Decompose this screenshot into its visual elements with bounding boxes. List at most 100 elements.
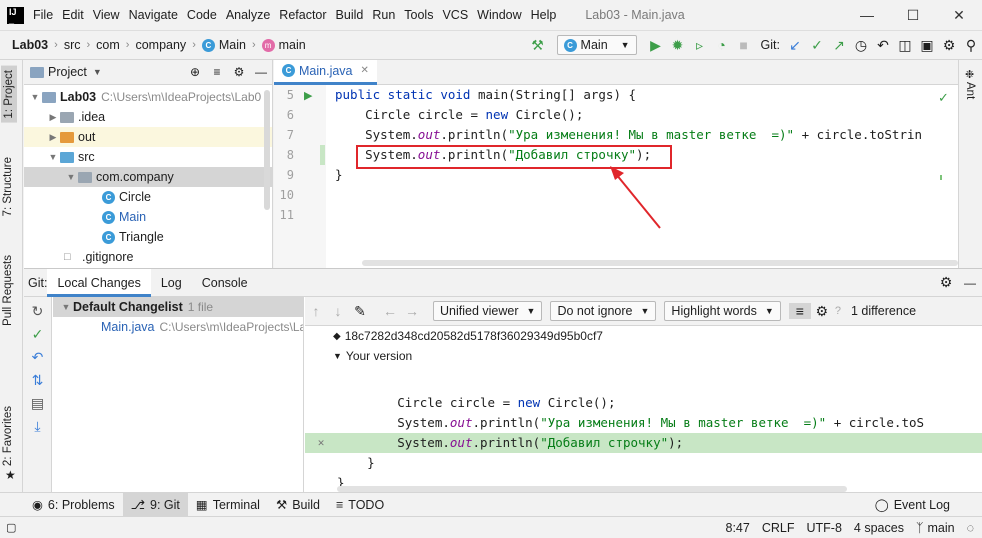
menu-vcs[interactable]: VCS [442, 8, 468, 22]
tree-item-triangle[interactable]: C Triangle [24, 227, 272, 247]
debug-icon[interactable]: ✹ [667, 37, 689, 54]
search-icon[interactable]: ⚲ [960, 37, 982, 54]
update-project-icon[interactable]: ↙ [784, 37, 806, 54]
arrow-right-icon[interactable]: → [401, 303, 423, 319]
update-icon[interactable]: ⤓ [24, 418, 51, 435]
hide-icon[interactable]: — [958, 276, 982, 290]
collapse-all-icon[interactable]: ≡ [206, 65, 228, 79]
caret-position[interactable]: 8:47 [726, 521, 750, 535]
menu-run[interactable]: Run [372, 8, 395, 22]
menu-code[interactable]: Code [187, 8, 217, 22]
run-gutter-icon[interactable]: ▶ [304, 89, 312, 102]
problems-tool-tab[interactable]: ◉ 6: Problems [24, 493, 123, 517]
close-tab-icon[interactable]: ✕ [361, 65, 369, 76]
build-tool-tab[interactable]: ⚒ Build [268, 493, 328, 517]
coverage-icon[interactable]: ▹ [689, 37, 711, 54]
locate-file-icon[interactable]: ⊕ [184, 65, 206, 79]
menu-tools[interactable]: Tools [404, 8, 433, 22]
changelist-row[interactable]: ▼ Default Changelist 1 file [53, 297, 303, 317]
project-scrollbar[interactable] [264, 90, 270, 210]
arrow-down-icon[interactable]: ↓ [327, 303, 349, 319]
history-icon[interactable]: ◷ [850, 37, 872, 54]
terminal-tool-tab[interactable]: ▦ Terminal [188, 493, 268, 517]
settings-icon[interactable]: ⚙ [228, 65, 250, 79]
minimize-icon[interactable]: — [844, 7, 890, 23]
settings-icon[interactable]: ⚙ [811, 303, 833, 320]
ignore-select[interactable]: Do not ignore ▼ [550, 301, 657, 321]
menu-edit[interactable]: Edit [62, 8, 84, 22]
build-hammer-icon[interactable]: ⚒ [527, 37, 549, 54]
menu-view[interactable]: View [93, 8, 120, 22]
project-panel-title[interactable]: Project [48, 65, 87, 79]
project-tool-tab[interactable]: 1: Project [1, 66, 17, 123]
arrow-left-icon[interactable]: ← [379, 303, 401, 319]
git-tool-tab[interactable]: ⎇ 9: Git [122, 492, 188, 517]
refresh-icon[interactable]: ↻ [24, 303, 51, 320]
tab-local-changes[interactable]: Local Changes [47, 268, 151, 297]
ant-tool-tab[interactable]: Ant [964, 82, 976, 99]
push-icon[interactable]: ↗ [828, 37, 850, 54]
tree-item-package[interactable]: ▼ com.company [24, 167, 272, 187]
highlight-select[interactable]: Highlight words ▼ [664, 301, 781, 321]
editor-h-scrollbar[interactable] [362, 260, 958, 266]
structure-tool-tab[interactable]: 7: Structure [2, 157, 14, 216]
tree-item-src[interactable]: ▼ src [24, 147, 272, 167]
breadcrumb-com[interactable]: com [96, 38, 120, 52]
arrow-up-icon[interactable]: ↑ [305, 303, 327, 319]
menu-build[interactable]: Build [336, 8, 364, 22]
menu-help[interactable]: Help [531, 8, 557, 22]
rollback-icon[interactable]: ↶ [24, 349, 51, 366]
tree-item-out[interactable]: ▶ out [24, 127, 272, 147]
settings-icon[interactable]: ⚙ [934, 274, 958, 291]
editor-tab-main-java[interactable]: C Main.java ✕ [274, 59, 377, 85]
commit-icon[interactable]: ✓ [806, 37, 828, 54]
hide-icon[interactable]: — [250, 65, 272, 79]
todo-tool-tab[interactable]: ≡ TODO [328, 493, 392, 517]
project-structure-icon[interactable]: ◫ [894, 37, 916, 54]
tree-item-idea[interactable]: ▶ .idea [24, 107, 272, 127]
breadcrumb-main-class[interactable]: Main [219, 38, 246, 52]
diff-content[interactable]: Circle circle = new Circle(); System.out… [305, 393, 982, 493]
changed-file-row[interactable]: Main.java C:\Users\m\IdeaProjects\Lab03 [53, 317, 303, 337]
run-icon[interactable]: ▶ [645, 37, 667, 54]
viewer-select[interactable]: Unified viewer ▼ [433, 301, 543, 321]
run-config-select[interactable]: C Main ▼ [556, 35, 637, 55]
file-encoding[interactable]: UTF-8 [807, 521, 842, 535]
tab-console[interactable]: Console [192, 269, 258, 297]
rollback-icon[interactable]: ↶ [872, 37, 894, 54]
git-branch[interactable]: ᛉ main [916, 521, 955, 535]
shelve-icon[interactable]: ▤ [24, 395, 51, 412]
inspection-ok-icon[interactable]: ✓ [938, 90, 949, 106]
presentation-icon[interactable]: ▣ [916, 37, 938, 54]
maximize-icon[interactable]: ☐ [890, 7, 936, 24]
breadcrumb-src[interactable]: src [64, 38, 81, 52]
menu-analyze[interactable]: Analyze [226, 8, 270, 22]
commit-icon[interactable]: ✓ [24, 326, 51, 343]
event-log-tool-tab[interactable]: ◯ Event Log [867, 493, 958, 517]
lock-icon[interactable]: ◌ [967, 521, 974, 535]
menu-file[interactable]: File [33, 8, 53, 22]
menu-refactor[interactable]: Refactor [279, 8, 326, 22]
collapse-unchanged-icon[interactable]: ≡ [788, 303, 811, 319]
close-icon[interactable]: ✕ [936, 7, 982, 24]
settings-icon[interactable]: ⚙ [938, 37, 960, 54]
menu-window[interactable]: Window [477, 8, 521, 22]
tree-item-gitignore[interactable]: □ .gitignore [24, 247, 272, 267]
edit-icon[interactable]: ✎ [349, 303, 371, 320]
breadcrumb-company[interactable]: company [135, 38, 186, 52]
breadcrumb-project[interactable]: Lab03 [12, 38, 48, 52]
profile-icon[interactable]: ◔ [711, 37, 733, 53]
show-diff-icon[interactable]: ⇅ [24, 372, 51, 389]
menu-navigate[interactable]: Navigate [129, 8, 178, 22]
tool-windows-icon[interactable]: ▢ [6, 521, 16, 534]
favorites-tool-tab[interactable]: 2: Favorites [2, 406, 14, 466]
tab-log[interactable]: Log [151, 269, 192, 297]
tree-item-main[interactable]: C Main [24, 207, 272, 227]
tree-item-root[interactable]: ▼ Lab03 C:\Users\m\IdeaProjects\Lab0 [24, 87, 272, 107]
breadcrumb-main-method[interactable]: main [279, 38, 306, 52]
chevron-down-icon[interactable]: ▼ [93, 67, 102, 77]
stop-icon[interactable]: ■ [733, 37, 755, 53]
pull-requests-tool-tab[interactable]: Pull Requests [2, 255, 14, 326]
tree-item-circle[interactable]: C Circle [24, 187, 272, 207]
line-separator[interactable]: CRLF [762, 521, 795, 535]
